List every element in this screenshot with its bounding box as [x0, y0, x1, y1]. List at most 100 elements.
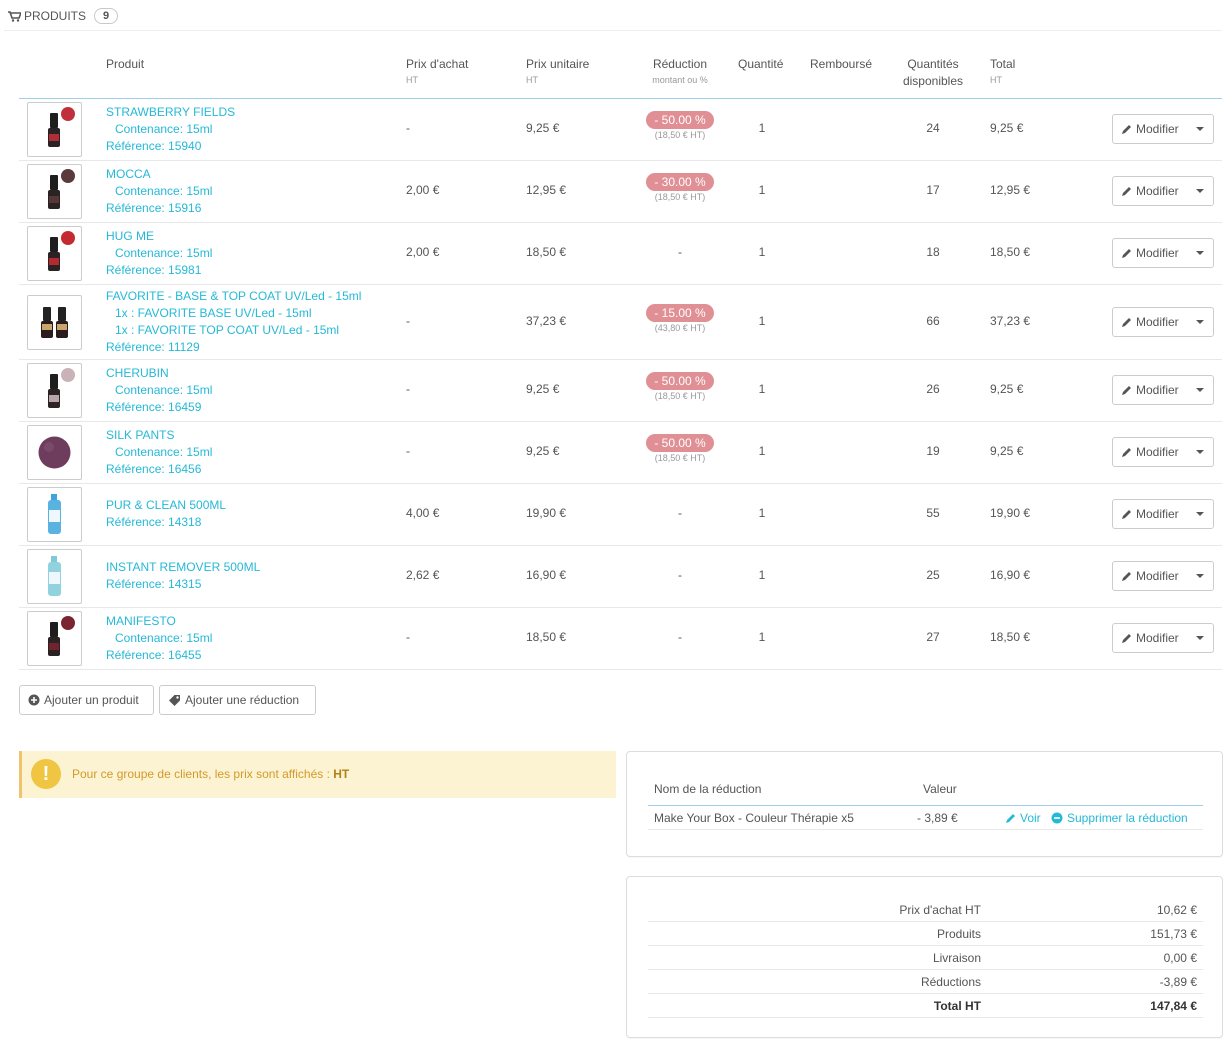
pencil-icon — [1122, 124, 1131, 134]
product-name-link[interactable]: MANIFESTO — [106, 613, 212, 630]
product-thumbnail[interactable] — [27, 102, 82, 157]
line-total: 18,50 € — [990, 630, 1031, 644]
table-row: SILK PANTS Contenance: 15ml Référence: 164… — [19, 421, 1222, 484]
product-thumbnail[interactable] — [27, 549, 82, 604]
modify-label: Modifier — [1136, 122, 1179, 136]
line-total: 9,25 € — [990, 382, 1024, 396]
chevron-down-icon[interactable] — [1196, 189, 1204, 193]
available-quantity: 18 — [926, 245, 940, 259]
chevron-down-icon[interactable] — [1196, 251, 1204, 255]
add-discount-label: Ajouter une réduction — [185, 693, 300, 707]
purchase-price: - — [406, 630, 410, 644]
product-thumbnail[interactable] — [27, 611, 82, 666]
modify-label: Modifier — [1136, 569, 1179, 583]
product-thumbnail[interactable] — [27, 295, 82, 350]
view-discount-link[interactable]: Voir — [1005, 811, 1041, 825]
product-detail-line: 1x : FAVORITE BASE UV/Led - 15ml — [115, 306, 312, 320]
totals-row: Livraison 0,00 € — [648, 945, 1203, 970]
available-quantity: 27 — [926, 630, 940, 644]
available-quantity: 24 — [926, 121, 940, 135]
unit-price: 12,95 € — [526, 183, 567, 197]
product-thumbnail[interactable] — [27, 363, 82, 418]
chevron-down-icon[interactable] — [1196, 320, 1204, 324]
chevron-down-icon[interactable] — [1196, 127, 1204, 131]
modify-button[interactable]: Modifier — [1112, 561, 1214, 591]
discount-row-name: Make Your Box - Couleur Thérapie x5 — [654, 811, 854, 825]
exclamation-icon: ! — [31, 759, 61, 789]
col-prix-unitaire: Prix unitaire HT — [526, 56, 589, 86]
chevron-down-icon[interactable] — [1196, 574, 1204, 578]
unit-price: 18,50 € — [526, 245, 567, 259]
reduction-cell: - — [678, 506, 682, 520]
shopping-cart-icon — [8, 10, 21, 22]
line-total: 12,95 € — [990, 183, 1031, 197]
product-thumbnail[interactable] — [27, 487, 82, 542]
totals-label: Livraison — [932, 951, 981, 965]
modify-button[interactable]: Modifier — [1112, 238, 1214, 268]
modify-button[interactable]: Modifier — [1112, 114, 1214, 144]
col-total: Total HT — [990, 56, 1015, 86]
available-quantity: 55 — [926, 506, 940, 520]
col-prix-unitaire-label: Prix unitaire — [526, 57, 590, 71]
product-name-link[interactable]: SILK PANTS — [106, 427, 212, 444]
product-reference: Référence: 15940 — [106, 139, 202, 153]
chevron-down-icon[interactable] — [1196, 388, 1204, 392]
add-product-button[interactable]: Ajouter un produit — [19, 685, 154, 715]
reduction-cell: - — [678, 630, 682, 644]
table-row: CHERUBIN Contenance: 15ml Référence: 16459… — [19, 359, 1222, 422]
product-reference: Référence: 15916 — [106, 201, 202, 215]
product-name-link[interactable]: STRAWBERRY FIELDS — [106, 104, 235, 121]
totals-row: Prix d'achat HT 10,62 € — [648, 897, 1203, 922]
product-name-link[interactable]: INSTANT REMOVER 500ML — [106, 559, 260, 576]
minus-circle-icon — [1051, 812, 1063, 824]
quantity: 1 — [758, 444, 766, 458]
product-detail-line: Contenance: 15ml — [115, 184, 213, 198]
discounts-panel: Nom de la réduction Valeur Make Your Box… — [626, 751, 1223, 857]
product-name-link[interactable]: CHERUBIN — [106, 365, 212, 382]
col-quantites-disponibles: Quantités disponibles — [888, 56, 978, 90]
products-panel-heading: PRODUITS 9 — [8, 6, 119, 26]
unit-price: 16,90 € — [526, 568, 567, 582]
quantity: 1 — [758, 630, 766, 644]
reduction-cell: - 15.00 % (43,80 € HT) — [630, 304, 730, 333]
chevron-down-icon[interactable] — [1196, 512, 1204, 516]
purchase-price: - — [406, 444, 410, 458]
pencil-icon — [1006, 813, 1015, 823]
product-detail-line: Contenance: 15ml — [115, 631, 213, 645]
product-name-link[interactable]: FAVORITE - BASE & TOP COAT UV/Led - 15ml — [106, 288, 361, 305]
pencil-icon — [1122, 186, 1131, 196]
warning-message: Pour ce groupe de clients, les prix sont… — [72, 767, 330, 781]
table-row: INSTANT REMOVER 500ML Référence: 14315 2,6… — [19, 545, 1222, 608]
product-name-link[interactable]: MOCCA — [106, 166, 212, 183]
table-row: FAVORITE - BASE & TOP COAT UV/Led - 15ml… — [19, 284, 1222, 360]
product-thumbnail[interactable] — [27, 425, 82, 480]
modify-button[interactable]: Modifier — [1112, 623, 1214, 653]
modify-button[interactable]: Modifier — [1112, 375, 1214, 405]
chevron-down-icon[interactable] — [1196, 636, 1204, 640]
modify-label: Modifier — [1136, 631, 1179, 645]
chevron-down-icon[interactable] — [1196, 450, 1204, 454]
modify-label: Modifier — [1136, 507, 1179, 521]
purchase-price: - — [406, 314, 410, 328]
product-info: HUG ME Contenance: 15ml Référence: 15981 — [106, 228, 212, 279]
product-info: FAVORITE - BASE & TOP COAT UV/Led - 15ml… — [106, 288, 361, 356]
modify-button[interactable]: Modifier — [1112, 307, 1214, 337]
product-thumbnail[interactable] — [27, 164, 82, 219]
modify-button[interactable]: Modifier — [1112, 499, 1214, 529]
modify-button[interactable]: Modifier — [1112, 176, 1214, 206]
pencil-icon — [1122, 447, 1131, 457]
col-prix-achat: Prix d'achat HT — [406, 56, 468, 86]
purchase-price: 2,00 € — [406, 245, 440, 259]
add-discount-button[interactable]: Ajouter une réduction — [159, 685, 316, 715]
product-info: SILK PANTS Contenance: 15ml Référence: 164… — [106, 427, 212, 478]
modify-button[interactable]: Modifier — [1112, 437, 1214, 467]
product-name-link[interactable]: HUG ME — [106, 228, 212, 245]
reduction-base-price: (43,80 € HT) — [654, 323, 706, 333]
product-info: CHERUBIN Contenance: 15ml Référence: 16459 — [106, 365, 212, 416]
product-thumbnail[interactable] — [27, 226, 82, 281]
table-row: MANIFESTO Contenance: 15ml Référence: 1645… — [19, 607, 1222, 670]
discount-row-rule — [648, 829, 1203, 830]
delete-discount-link[interactable]: Supprimer la réduction — [1051, 811, 1188, 825]
table-row: STRAWBERRY FIELDS Contenance: 15ml Référen… — [19, 98, 1222, 161]
product-name-link[interactable]: PUR & CLEAN 500ML — [106, 497, 226, 514]
